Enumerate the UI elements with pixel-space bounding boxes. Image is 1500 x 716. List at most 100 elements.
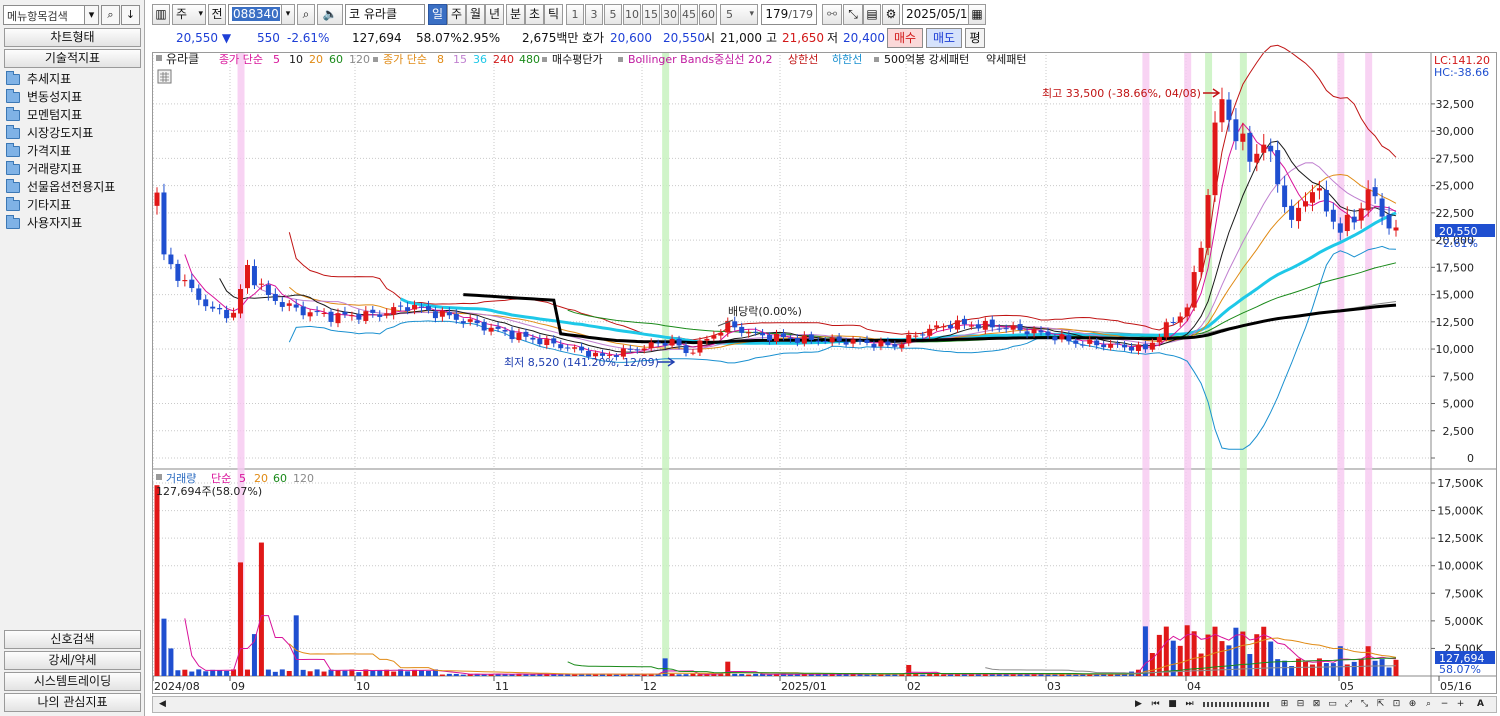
legend-ma36[interactable]: 36 [473,53,487,66]
legend-ma120[interactable]: 120 [349,53,370,66]
price-tick-label: 5,000 [1443,398,1475,411]
chart-tool-icon[interactable]: ⊟ [1293,697,1308,712]
candle-down [1122,344,1128,348]
volume-bar [1052,674,1058,676]
stop-icon[interactable]: ■ [1165,697,1180,712]
candle-down [551,338,557,344]
candle-down [558,344,564,349]
volume-bar [203,671,209,676]
candle-down [961,318,967,325]
volume-bar [1219,641,1225,676]
candle-down [251,266,257,286]
price-tick-label: 7,500 [1443,370,1475,383]
vol-legend-ma120[interactable]: 120 [293,472,314,485]
volume-bar [1247,654,1253,676]
legend-bollinger[interactable]: Bollinger Bands중심선 20,2 [628,53,773,66]
chart-tool-icon[interactable]: ⊠ [1309,697,1324,712]
candle-down [196,288,202,300]
volume-bar [1282,660,1288,676]
last-page-icon[interactable]: ⏭ [1182,697,1197,712]
volume-bar [265,669,271,676]
candle-down [760,333,766,336]
vol-legend-ma-label[interactable]: 단순 [211,472,231,485]
candle-down [1066,335,1072,342]
candle-down [989,319,995,328]
price-tick-label: 0 [1467,452,1474,465]
candle-up [801,335,807,344]
plus-icon[interactable]: + [1453,697,1468,712]
candle-up [746,332,752,334]
legend-ma20[interactable]: 20 [309,53,323,66]
legend-bb-lower[interactable]: 하한선 [832,52,862,66]
legend-weak-pattern[interactable]: 약세패턴 [986,52,1026,66]
zoom-in-icon[interactable]: ⌕ [1421,697,1436,712]
candle-down [1170,321,1176,323]
candle-up [1108,343,1114,348]
volume-bar [1330,663,1336,676]
price-chart[interactable]: 32,50030,00027,50025,00022,50020,00017,5… [0,0,1500,716]
volume-bar [753,673,759,676]
price-tick-label: 25,000 [1436,180,1475,193]
volume-bar [314,669,320,676]
vol-legend-ma5[interactable]: 5 [239,472,246,485]
chart-tool-icon[interactable]: ⊞ [1277,697,1292,712]
chart-tool-icon[interactable]: ▭ [1325,697,1340,712]
candle-down [189,279,195,289]
scroll-left-icon[interactable]: ◀ [155,697,170,712]
text-size-icon[interactable]: A [1473,697,1488,712]
chart-tool-icon[interactable]: ⊡ [1389,697,1404,712]
chart-tool-icon[interactable]: ⤢ [1341,697,1356,712]
candle-up [1205,195,1211,248]
legend-ma5[interactable]: 5 [273,53,280,66]
volume-bar [1379,659,1385,676]
volume-bar [1163,626,1169,676]
hc-value: HC:-38.66 [1434,66,1489,79]
candle-up [238,289,244,314]
candle-up [307,312,313,317]
candle-down [161,192,167,255]
vol-legend-name[interactable]: 거래량 [166,472,196,485]
legend-ma480[interactable]: 480 [519,53,540,66]
candle-down [217,307,223,310]
vol-legend-ma20[interactable]: 20 [254,472,268,485]
candle-up [648,342,654,349]
legend-ma8[interactable]: 8 [437,53,444,66]
legend-ma2-label[interactable]: 종가 단순 [383,53,427,66]
zoom-slider[interactable] [1203,702,1271,707]
legend-ma15[interactable]: 15 [453,53,467,66]
minus-icon[interactable]: − [1437,697,1452,712]
first-page-icon[interactable]: ⏮ [1148,697,1163,712]
legend-pattern[interactable]: 500억봉 강세패턴 [884,53,969,66]
table-icon[interactable] [157,69,172,84]
candle-down [767,334,773,341]
candle-down [509,330,515,340]
candle-up [1212,122,1218,196]
candle-up [711,335,717,339]
candle-down [537,338,543,345]
legend-stock-name[interactable]: 유라클 [166,52,199,66]
volume-bar [293,615,299,676]
legend-bb-upper[interactable]: 상한선 [788,53,818,66]
vol-legend-ma60[interactable]: 60 [273,472,287,485]
volume-bar [425,670,431,676]
chart-tool-icon[interactable]: ⇱ [1373,697,1388,712]
candle-down [474,320,480,324]
legend-ma10[interactable]: 10 [289,53,303,66]
chart-scrollbar[interactable]: ◀ ▶ ⏮ ■ ⏭ ⊞ ⊟ ⊠ ▭ ⤢ ⤡ ⇱ ⊡ ⊕ ⌕ − + A [152,696,1497,713]
volume-bar [161,618,167,676]
legend-ma60[interactable]: 60 [329,53,343,66]
candle-up [488,327,494,332]
candle-down [871,344,877,348]
volume-bar [676,674,682,676]
chart-tool-icon[interactable]: ⊕ [1405,697,1420,712]
scroll-right-icon[interactable]: ▶ [1131,697,1146,712]
candle-up [1261,144,1267,153]
candle-up [1309,192,1315,203]
candle-down [1275,150,1281,185]
candle-down [342,311,348,315]
legend-ma-label[interactable]: 종가 단순 [219,53,263,66]
candle-up [349,315,355,317]
legend-ma240[interactable]: 240 [493,53,514,66]
legend-avg-buy[interactable]: 매수평단가 [552,53,603,66]
chart-tool-icon[interactable]: ⤡ [1357,697,1372,712]
